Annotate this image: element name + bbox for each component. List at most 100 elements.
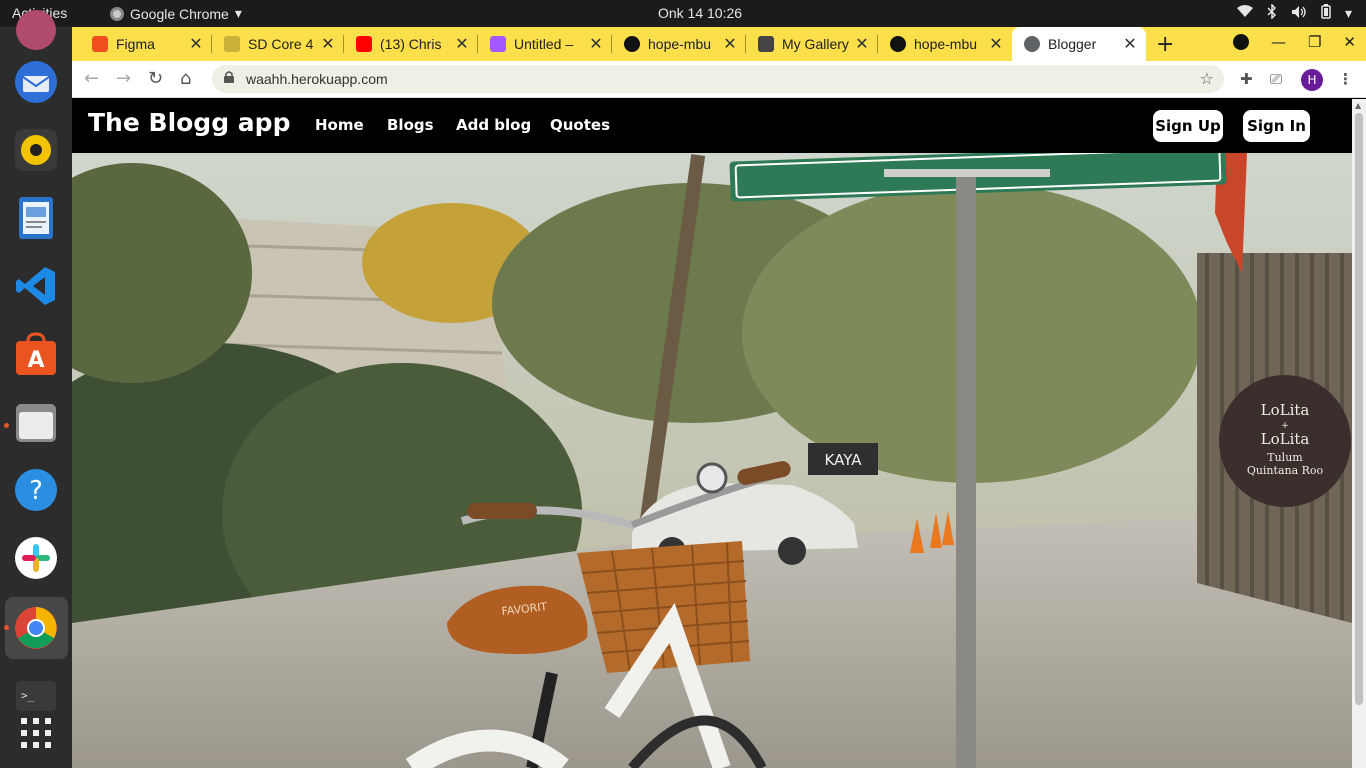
sign-up-button[interactable]: Sign Up — [1153, 110, 1223, 142]
nav-blogs[interactable]: Blogs — [387, 116, 434, 134]
figma-icon — [490, 36, 506, 52]
sign-line: Quintana Roo — [1247, 464, 1324, 477]
scroll-up-icon[interactable]: ▲ — [1355, 101, 1361, 110]
svg-text:?: ? — [29, 476, 43, 506]
close-icon[interactable]: ✕ — [186, 34, 206, 54]
tab-title: SD Core 4 — [248, 36, 314, 52]
globe-icon — [1024, 36, 1040, 52]
show-apps-icon[interactable] — [13, 710, 59, 756]
rhythmbox-icon[interactable] — [13, 127, 59, 173]
close-icon[interactable]: ✕ — [586, 34, 606, 54]
tab-sd-core[interactable]: SD Core 4 ✕ — [212, 27, 344, 61]
sign-in-button[interactable]: Sign In — [1243, 110, 1310, 142]
app-menu-label: Google Chrome — [130, 5, 229, 22]
files-icon[interactable] — [13, 399, 59, 445]
tab-untitled[interactable]: Untitled – ✕ — [478, 27, 612, 61]
tab-title: Figma — [116, 36, 155, 52]
tab-title: Untitled – — [514, 36, 574, 52]
close-icon[interactable]: ✕ — [1120, 34, 1140, 54]
running-indicator — [4, 625, 9, 630]
software-center-icon[interactable]: A — [13, 331, 59, 377]
nav-home[interactable]: Home — [315, 116, 364, 134]
back-icon[interactable]: ← — [84, 68, 99, 89]
figma-icon — [92, 36, 108, 52]
tab-title: (13) Chris — [380, 36, 442, 52]
tab-youtube[interactable]: (13) Chris ✕ — [344, 27, 478, 61]
tab-github-2[interactable]: hope-mbu ✕ — [878, 27, 1012, 61]
tab-title: hope-mbu — [648, 36, 712, 52]
close-icon[interactable]: ✕ — [986, 34, 1006, 54]
close-icon[interactable]: ✕ — [318, 34, 338, 54]
hero-image: LoLita + LoLita Tulum Quintana Roo KAYA — [72, 153, 1352, 768]
bluetooth-icon — [1267, 3, 1277, 22]
thunderbird-icon[interactable] — [13, 59, 59, 105]
minimize-icon[interactable]: — — [1271, 33, 1286, 51]
tab-blogger[interactable]: Blogger ✕ — [1012, 27, 1146, 61]
sign-line: LoLita — [1261, 430, 1310, 448]
browser-window: Figma ✕ SD Core 4 ✕ (13) Chris ✕ Untitle… — [72, 27, 1366, 768]
app-menu[interactable]: Google Chrome ▾ — [110, 5, 242, 22]
chevron-down-icon: ▾ — [234, 5, 242, 21]
url-text: waahh.herokuapp.com — [246, 71, 388, 87]
sign-line: Tulum — [1267, 451, 1303, 464]
close-icon[interactable]: ✕ — [452, 34, 472, 54]
nav-add-blog[interactable]: Add blog — [456, 116, 531, 134]
tab-search-icon[interactable] — [1232, 34, 1249, 50]
volume-icon — [1291, 5, 1307, 22]
chevron-down-icon: ▾ — [1344, 4, 1352, 21]
dock: A ? >_ — [0, 10, 72, 768]
svg-text:A: A — [27, 348, 44, 373]
tab-github-1[interactable]: hope-mbu ✕ — [612, 27, 746, 61]
vscode-icon[interactable] — [13, 263, 59, 309]
wifi-icon — [1236, 5, 1253, 21]
palm-icon — [224, 36, 240, 52]
github-icon — [890, 36, 906, 52]
home-icon[interactable]: ⌂ — [180, 68, 191, 89]
close-icon[interactable]: ✕ — [852, 34, 872, 54]
shop-sign: KAYA — [825, 451, 863, 469]
tab-strip: Figma ✕ SD Core 4 ✕ (13) Chris ✕ Untitle… — [72, 27, 1366, 61]
running-indicator — [4, 423, 9, 428]
nav-quotes[interactable]: Quotes — [550, 116, 610, 134]
site-brand[interactable]: The Blogg app — [88, 108, 290, 137]
close-window-icon[interactable]: ✕ — [1343, 33, 1356, 51]
github-icon — [624, 36, 640, 52]
chrome-icon[interactable] — [13, 605, 59, 651]
site-navbar: The Blogg app Home Blogs Add blog Quotes… — [72, 99, 1352, 153]
lock-icon — [224, 71, 234, 83]
document-viewer-icon[interactable] — [13, 195, 59, 241]
chrome-small-icon — [110, 6, 124, 21]
help-icon[interactable]: ? — [13, 467, 59, 513]
tab-figma[interactable]: Figma ✕ — [80, 27, 212, 61]
youtube-icon — [356, 36, 372, 52]
gallery-icon — [758, 36, 774, 52]
tab-title: My Gallery — [782, 36, 849, 52]
tab-my-gallery[interactable]: My Gallery ✕ — [746, 27, 878, 61]
slack-icon[interactable] — [13, 535, 59, 581]
bookmark-star-icon[interactable]: ☆ — [1200, 69, 1214, 88]
extensions-icon[interactable]: ✚ — [1240, 70, 1253, 88]
tab-title: Blogger — [1048, 36, 1097, 52]
app-icon-partial[interactable] — [13, 7, 59, 53]
maximize-icon[interactable]: ❐ — [1308, 33, 1321, 51]
system-top-bar: Activities Google Chrome ▾ Onk 14 10:26 … — [0, 0, 1366, 27]
sign-line: LoLita — [1261, 401, 1310, 419]
profile-avatar[interactable]: H — [1301, 69, 1323, 91]
new-tab-button[interactable]: + — [1156, 32, 1174, 57]
clock[interactable]: Onk 14 10:26 — [620, 5, 780, 21]
svg-text:>_: >_ — [21, 689, 35, 702]
system-tray[interactable]: ▾ — [1236, 3, 1352, 22]
window-controls: — ❐ ✕ — [1232, 33, 1356, 51]
address-bar[interactable]: waahh.herokuapp.com ☆ — [212, 65, 1224, 93]
menu-kebab-icon[interactable]: ⋮ — [1338, 70, 1353, 88]
tab-title: hope-mbu — [914, 36, 978, 52]
battery-icon — [1321, 4, 1331, 22]
web-page: The Blogg app Home Blogs Add blog Quotes… — [72, 99, 1352, 768]
browser-toolbar: ← → ↻ ⌂ waahh.herokuapp.com ☆ ✚ ⎚ H ⋮ — [72, 61, 1366, 98]
scrollbar-thumb[interactable] — [1355, 113, 1363, 705]
close-icon[interactable]: ✕ — [720, 34, 740, 54]
cast-icon[interactable]: ⎚ — [1270, 70, 1282, 88]
page-scrollbar[interactable]: ▲ — [1352, 99, 1366, 768]
reload-icon[interactable]: ↻ — [148, 68, 163, 89]
forward-icon[interactable]: → — [116, 68, 131, 89]
